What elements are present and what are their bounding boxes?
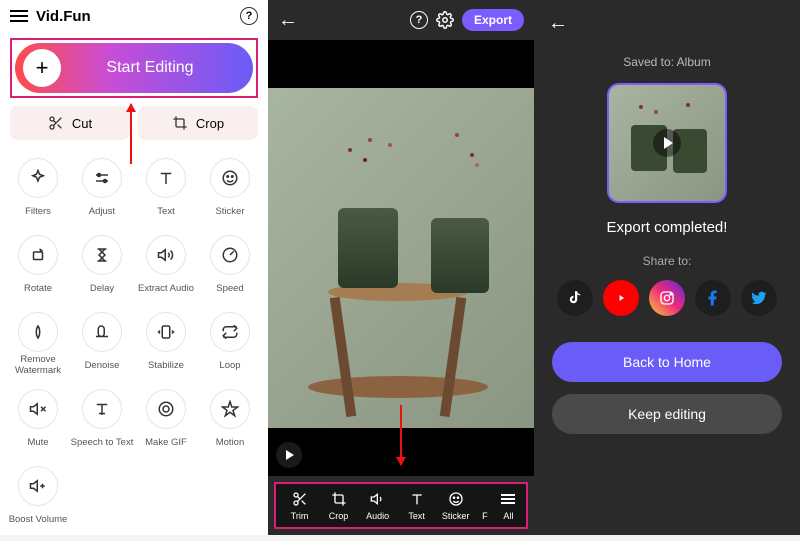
- instagram-icon: [659, 290, 675, 306]
- help-icon[interactable]: ?: [410, 11, 428, 29]
- toolbar-all[interactable]: All: [495, 490, 522, 521]
- menu-icon: [501, 494, 515, 504]
- play-button[interactable]: [276, 442, 302, 468]
- adjust-icon: [93, 169, 111, 187]
- speed-icon: [221, 246, 239, 264]
- text-icon: [409, 491, 425, 507]
- scissors-icon: [292, 491, 308, 507]
- share-youtube[interactable]: [603, 280, 639, 316]
- play-icon: [653, 129, 681, 157]
- tool-denoise[interactable]: Denoise: [70, 308, 134, 381]
- facebook-icon: [704, 289, 722, 307]
- tool-extract-audio[interactable]: Extract Audio: [134, 231, 198, 304]
- tool-adjust[interactable]: Adjust: [70, 154, 134, 227]
- delay-icon: [93, 246, 111, 264]
- toolbar-trim[interactable]: Trim: [280, 490, 319, 521]
- toolbar-audio[interactable]: Audio: [358, 490, 397, 521]
- annotation-arrow-up: [130, 104, 132, 164]
- sticker-icon: [221, 169, 239, 187]
- crop-label: Crop: [196, 116, 224, 131]
- toolbar-sticker[interactable]: Sticker: [436, 490, 475, 521]
- crop-button[interactable]: Crop: [138, 106, 258, 140]
- export-thumbnail[interactable]: [607, 83, 727, 203]
- home-header: Vid.Fun ?: [0, 0, 268, 32]
- tool-speed[interactable]: Speed: [198, 231, 262, 304]
- editor-header: ← ? Export: [268, 0, 534, 40]
- tool-boost-volume[interactable]: Boost Volume: [6, 462, 70, 535]
- filters-icon: [29, 169, 47, 187]
- share-facebook[interactable]: [695, 280, 731, 316]
- share-instagram[interactable]: [649, 280, 685, 316]
- denoise-icon: [93, 323, 111, 341]
- crop-icon: [172, 115, 188, 131]
- export-panel: ← Saved to: Album Export completed! Shar…: [534, 0, 800, 535]
- preview-frame: [268, 88, 534, 428]
- remove-watermark-icon: [29, 323, 47, 341]
- social-row: [557, 280, 777, 316]
- mute-icon: [29, 400, 47, 418]
- boost-volume-icon: [29, 477, 47, 495]
- app-title: Vid.Fun: [36, 8, 240, 25]
- back-icon[interactable]: ←: [278, 9, 298, 32]
- settings-icon[interactable]: [436, 11, 454, 29]
- share-tiktok[interactable]: [557, 280, 593, 316]
- tool-motion[interactable]: Motion: [198, 385, 262, 458]
- tool-sticker[interactable]: Sticker: [198, 154, 262, 227]
- back-icon[interactable]: ←: [548, 12, 568, 35]
- cut-label: Cut: [72, 116, 92, 131]
- tool-filters[interactable]: Filters: [6, 154, 70, 227]
- sticker-icon: [448, 491, 464, 507]
- audio-icon: [370, 491, 386, 507]
- saved-to-label: Saved to: Album: [623, 55, 710, 69]
- toolbar-crop[interactable]: Crop: [319, 490, 358, 521]
- stabilize-icon: [157, 323, 175, 341]
- share-twitter[interactable]: [741, 280, 777, 316]
- youtube-icon: [612, 289, 630, 307]
- keep-editing-button[interactable]: Keep editing: [552, 394, 782, 434]
- tool-remove-watermark[interactable]: Remove Watermark: [6, 308, 70, 381]
- editor-toolbar-highlight: Trim Crop Audio Text Sticker F All: [274, 482, 528, 529]
- start-editing-label: Start Editing: [67, 59, 253, 77]
- tool-stabilize[interactable]: Stabilize: [134, 308, 198, 381]
- start-editing-highlight: + Start Editing: [10, 38, 258, 98]
- annotation-arrow-down: [400, 405, 402, 465]
- start-editing-button[interactable]: + Start Editing: [15, 43, 253, 93]
- loop-icon: [221, 323, 239, 341]
- toolbar-f[interactable]: F: [475, 490, 495, 521]
- crop-icon: [331, 491, 347, 507]
- motion-icon: [221, 400, 239, 418]
- export-button[interactable]: Export: [462, 9, 524, 31]
- tool-speech-to-text[interactable]: Speech to Text: [70, 385, 134, 458]
- speech-to-text-icon: [93, 400, 111, 418]
- tiktok-icon: [566, 289, 584, 307]
- back-to-home-button[interactable]: Back to Home: [552, 342, 782, 382]
- scissors-icon: [48, 115, 64, 131]
- tool-text[interactable]: Text: [134, 154, 198, 227]
- export-completed-label: Export completed!: [607, 219, 728, 236]
- text-icon: [157, 169, 175, 187]
- editor-panel: ← ? Export: [268, 0, 534, 535]
- cut-button[interactable]: Cut: [10, 106, 130, 140]
- help-icon[interactable]: ?: [240, 7, 258, 25]
- toolbar-text[interactable]: Text: [397, 490, 436, 521]
- tool-make-gif[interactable]: Make GIF: [134, 385, 198, 458]
- twitter-icon: [750, 289, 768, 307]
- tool-loop[interactable]: Loop: [198, 308, 262, 381]
- home-panel: Vid.Fun ? + Start Editing Cut Crop Filte…: [0, 0, 268, 535]
- rotate-icon: [29, 246, 47, 264]
- gif-icon: [157, 400, 175, 418]
- menu-icon[interactable]: [10, 10, 28, 22]
- tool-delay[interactable]: Delay: [70, 231, 134, 304]
- extract-audio-icon: [157, 246, 175, 264]
- tool-rotate[interactable]: Rotate: [6, 231, 70, 304]
- tools-grid: Filters Adjust Text Sticker Rotate Delay…: [0, 148, 268, 541]
- tool-mute[interactable]: Mute: [6, 385, 70, 458]
- share-to-label: Share to:: [643, 254, 692, 268]
- plus-icon: +: [23, 49, 61, 87]
